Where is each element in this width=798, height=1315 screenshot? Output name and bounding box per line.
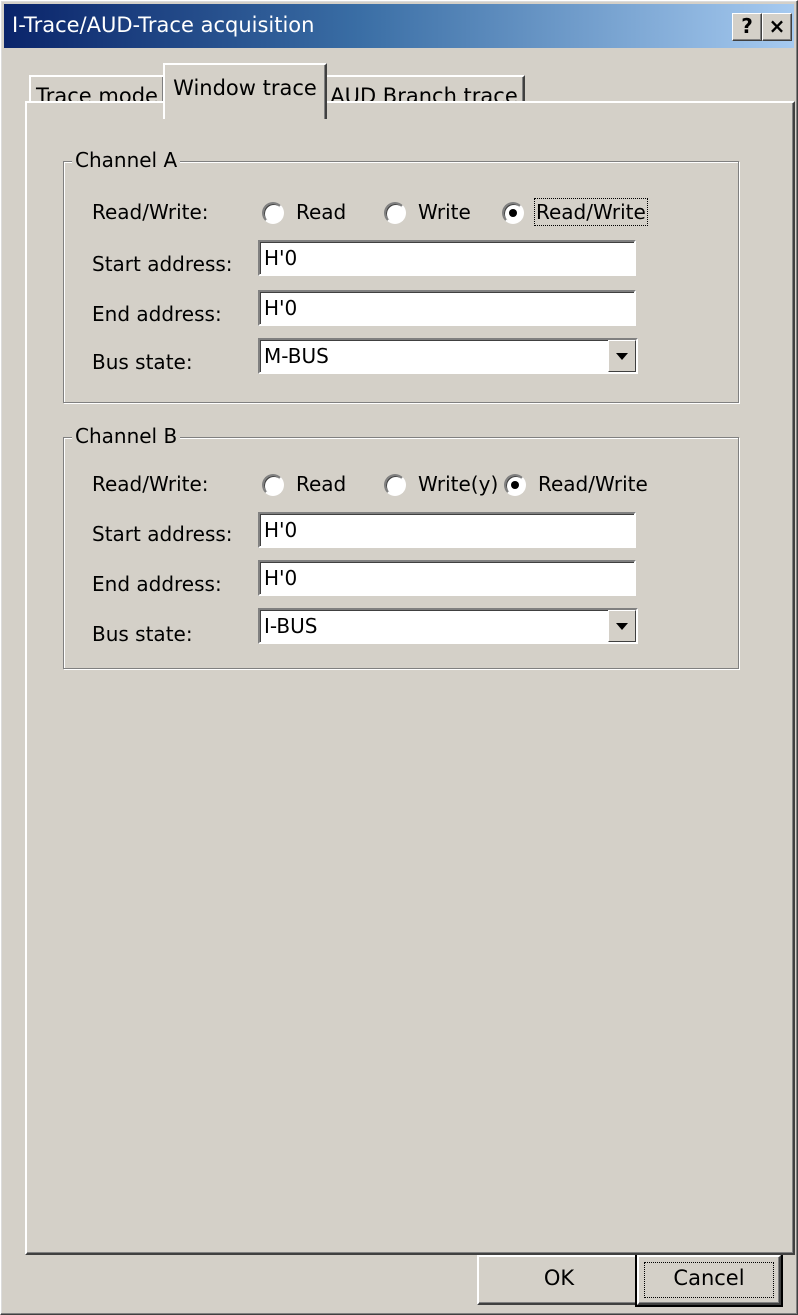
- channel-a-bus-state-value: M-BUS: [264, 344, 329, 368]
- ok-button[interactable]: OK: [477, 1255, 641, 1305]
- channel-a-legend: Channel A: [72, 148, 181, 172]
- radio-circle-icon: [384, 202, 406, 224]
- channel-a-radio-read[interactable]: Read: [262, 200, 362, 226]
- title-bar[interactable]: I-Trace/AUD-Trace acquisition ? ×: [4, 4, 794, 48]
- channel-b-radio-read-label: Read: [296, 472, 347, 496]
- cancel-button-label: Cancel: [673, 1266, 745, 1290]
- dropdown-arrow-button[interactable]: [608, 610, 636, 642]
- radio-circle-icon: [262, 474, 284, 496]
- radio-dot-icon: [509, 209, 517, 217]
- dropdown-arrow-button[interactable]: [608, 340, 636, 372]
- channel-a-group: Channel A Read/Write: Read Write Read/Wr…: [63, 148, 739, 403]
- radio-circle-icon: [384, 474, 406, 496]
- channel-b-rw-label: Read/Write:: [92, 472, 209, 496]
- channel-a-radio-read-label: Read: [296, 200, 347, 224]
- radio-circle-icon: [262, 202, 284, 224]
- channel-a-start-label: Start address:: [92, 252, 233, 276]
- channel-a-radio-write-label: Write: [418, 200, 471, 224]
- radio-circle-icon: [502, 202, 524, 224]
- tab-window-trace[interactable]: Window trace: [163, 63, 327, 119]
- channel-a-end-label: End address:: [92, 302, 222, 326]
- channel-b-radio-read[interactable]: Read: [262, 472, 362, 498]
- channel-b-radio-write[interactable]: Write(y): [384, 472, 504, 498]
- channel-b-legend: Channel B: [72, 424, 181, 448]
- channel-b-group: Channel B Read/Write: Read Write(y) Read…: [63, 424, 739, 669]
- channel-b-start-address-input[interactable]: H'0: [258, 512, 636, 548]
- channel-b-bus-label: Bus state:: [92, 622, 193, 646]
- channel-b-bus-state-value: I-BUS: [264, 614, 318, 638]
- channel-b-radio-readwrite-label: Read/Write: [538, 472, 648, 496]
- channel-b-radio-readwrite[interactable]: Read/Write: [504, 472, 664, 498]
- channel-b-bus-state-select[interactable]: I-BUS: [258, 608, 638, 644]
- channel-b-start-label: Start address:: [92, 522, 233, 546]
- channel-b-end-address-input[interactable]: H'0: [258, 560, 636, 596]
- help-button[interactable]: ?: [732, 13, 762, 41]
- channel-a-radio-write[interactable]: Write: [384, 200, 484, 226]
- channel-a-start-address-input[interactable]: H'0: [258, 240, 636, 276]
- radio-circle-icon: [504, 474, 526, 496]
- dialog-window: I-Trace/AUD-Trace acquisition ? × Trace …: [0, 0, 798, 1315]
- channel-b-radio-write-label: Write(y): [418, 472, 499, 496]
- chevron-down-icon: [616, 623, 628, 630]
- window-title: I-Trace/AUD-Trace acquisition: [12, 13, 315, 37]
- close-button[interactable]: ×: [762, 13, 792, 41]
- radio-dot-icon: [511, 481, 519, 489]
- channel-a-rw-label: Read/Write:: [92, 200, 209, 224]
- channel-a-radio-readwrite-label: Read/Write: [534, 198, 648, 226]
- channel-a-bus-state-select[interactable]: M-BUS: [258, 338, 638, 374]
- channel-a-radio-readwrite[interactable]: Read/Write: [502, 198, 662, 226]
- channel-a-end-address-input[interactable]: H'0: [258, 290, 636, 326]
- chevron-down-icon: [616, 353, 628, 360]
- cancel-button[interactable]: Cancel: [635, 1253, 783, 1307]
- channel-b-end-label: End address:: [92, 572, 222, 596]
- channel-a-bus-label: Bus state:: [92, 350, 193, 374]
